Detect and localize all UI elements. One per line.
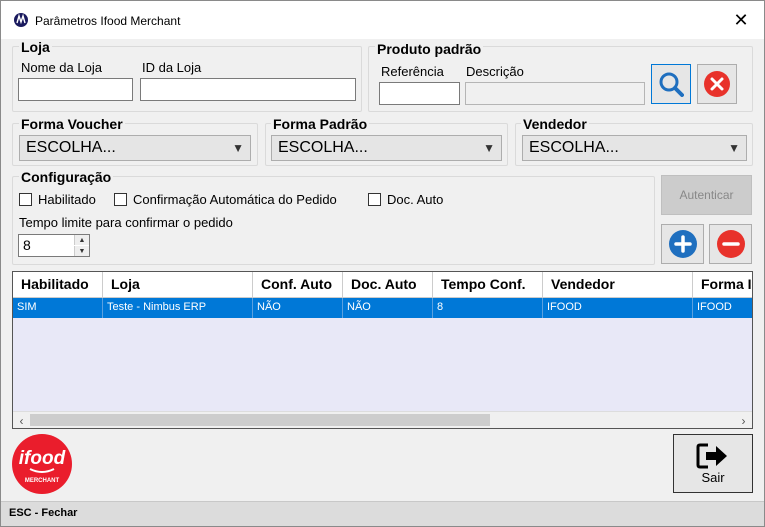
close-circle-icon: [704, 71, 730, 97]
table-cell[interactable]: IFOOD: [693, 298, 752, 318]
plus-circle-icon: [668, 230, 697, 258]
table-cell[interactable]: SIM: [13, 298, 103, 318]
sair-button[interactable]: Sair: [673, 434, 753, 493]
checkbox-box[interactable]: [19, 193, 32, 206]
habilitado-checkbox[interactable]: Habilitado: [19, 192, 96, 207]
exit-icon: [696, 443, 727, 469]
tempo-limite-label: Tempo limite para confirmar o pedido: [19, 215, 233, 230]
search-icon: [659, 72, 684, 97]
chevron-down-icon: ▼: [728, 141, 740, 155]
confirmacao-checkbox[interactable]: Confirmação Automática do Pedido: [114, 192, 337, 207]
forma-voucher-select[interactable]: ESCOLHA... ▼: [19, 135, 251, 161]
column-header[interactable]: Habilitado: [13, 272, 103, 298]
chevron-down-icon: ▼: [483, 141, 495, 155]
forma-voucher-label: Forma Voucher: [19, 116, 125, 132]
id-da-loja-input[interactable]: [140, 78, 356, 101]
doc-auto-checkbox[interactable]: Doc. Auto: [368, 192, 443, 207]
forma-padrao-selected: ESCOLHA...: [278, 139, 368, 156]
column-header[interactable]: Vendedor: [543, 272, 693, 298]
window: Parâmetros Ifood Merchant ✕ Loja Nome da…: [0, 0, 765, 527]
search-button[interactable]: [651, 64, 691, 104]
forma-padrao-label: Forma Padrão: [271, 116, 370, 132]
table-row[interactable]: SIM Teste - Nimbus ERP NÃO NÃO 8 IFOOD I…: [13, 298, 752, 318]
table-cell[interactable]: NÃO: [253, 298, 343, 318]
habilitado-label: Habilitado: [38, 192, 96, 207]
column-header[interactable]: Conf. Auto: [253, 272, 343, 298]
vendedor-select[interactable]: ESCOLHA... ▼: [522, 135, 747, 161]
status-bar: ESC - Fechar: [1, 501, 764, 526]
stepper-down-icon[interactable]: ▼: [74, 246, 89, 256]
table-cell[interactable]: NÃO: [343, 298, 433, 318]
sair-label: Sair: [701, 470, 725, 485]
referencia-label: Referência: [381, 64, 444, 79]
logo-sub-text: MERCHANT: [25, 478, 60, 484]
scroll-thumb[interactable]: [30, 414, 490, 426]
column-header[interactable]: Tempo Conf.: [433, 272, 543, 298]
confirmacao-label: Confirmação Automática do Pedido: [133, 192, 337, 207]
column-header[interactable]: Doc. Auto: [343, 272, 433, 298]
id-da-loja-label: ID da Loja: [142, 60, 202, 75]
configuracao-title: Configuração: [19, 169, 114, 185]
forma-voucher-selected: ESCOLHA...: [26, 139, 116, 156]
add-button[interactable]: [661, 224, 704, 264]
produto-padrao-title: Produto padrão: [375, 41, 484, 57]
remove-button[interactable]: [709, 224, 752, 264]
vendedor-selected: ESCOLHA...: [529, 139, 619, 156]
referencia-input[interactable]: [379, 82, 460, 105]
close-button[interactable]: ✕: [718, 1, 764, 39]
app-icon: [14, 13, 28, 27]
autenticar-button[interactable]: Autenticar: [661, 175, 752, 215]
loja-group-title: Loja: [19, 39, 52, 55]
forma-padrao-select[interactable]: ESCOLHA... ▼: [271, 135, 502, 161]
chevron-down-icon: ▼: [232, 141, 244, 155]
descricao-input: [465, 82, 645, 105]
table-cell[interactable]: IFOOD: [543, 298, 693, 318]
horizontal-scrollbar[interactable]: ‹ ›: [13, 411, 752, 428]
checkbox-box[interactable]: [368, 193, 381, 206]
lojas-grid[interactable]: Habilitado Loja Conf. Auto Doc. Auto Tem…: [12, 271, 753, 429]
logo-brand-text: ifood: [19, 448, 66, 469]
stepper-up-icon[interactable]: ▲: [74, 235, 89, 245]
title-bar: Parâmetros Ifood Merchant ✕: [1, 1, 764, 39]
table-cell[interactable]: 8: [433, 298, 543, 318]
minus-circle-icon: [716, 230, 745, 258]
grid-header: Habilitado Loja Conf. Auto Doc. Auto Tem…: [13, 272, 752, 298]
tempo-limite-stepper[interactable]: 8 ▲ ▼: [18, 234, 90, 257]
clear-button[interactable]: [697, 64, 737, 104]
checkbox-box[interactable]: [114, 193, 127, 206]
ifood-merchant-logo: ifood MERCHANT: [12, 434, 72, 494]
window-title: Parâmetros Ifood Merchant: [35, 14, 181, 28]
scroll-left-icon[interactable]: ‹: [13, 412, 30, 428]
column-header[interactable]: Forma I: [693, 272, 752, 298]
table-cell[interactable]: Teste - Nimbus ERP: [103, 298, 253, 318]
descricao-label: Descrição: [466, 64, 524, 79]
doc-auto-label: Doc. Auto: [387, 192, 444, 207]
vendedor-label: Vendedor: [521, 116, 589, 132]
tempo-limite-value: 8: [23, 237, 31, 253]
nome-da-loja-input[interactable]: [18, 78, 133, 101]
scroll-right-icon[interactable]: ›: [735, 412, 752, 428]
column-header[interactable]: Loja: [103, 272, 253, 298]
nome-da-loja-label: Nome da Loja: [21, 60, 102, 75]
